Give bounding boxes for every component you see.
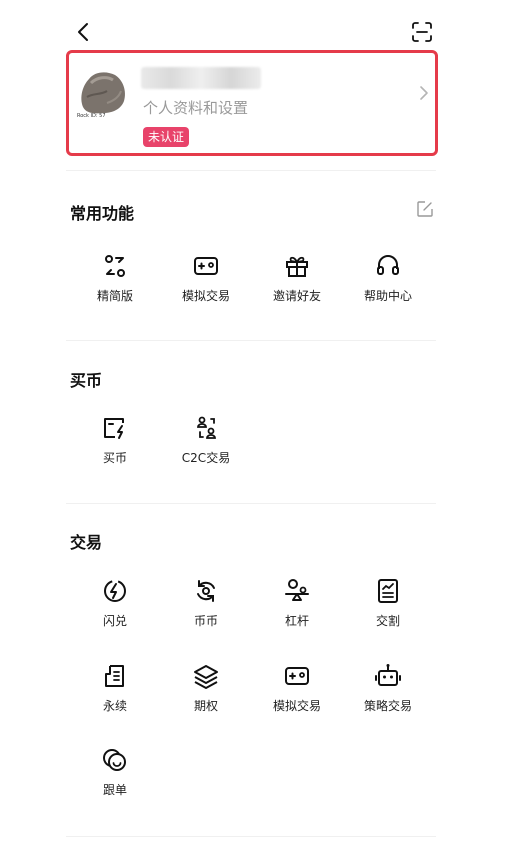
item-label: 模拟交易 xyxy=(181,289,230,303)
item-label: C2C交易 xyxy=(181,451,231,465)
item-label: 帮助中心 xyxy=(363,289,412,303)
item-spot[interactable]: 币币 xyxy=(161,577,251,637)
gamepad-icon xyxy=(285,667,309,685)
profile-card[interactable]: Rock ID: 57 个人资料和设置 未认证 xyxy=(66,50,438,156)
item-help-center[interactable]: 帮助中心 xyxy=(343,252,433,312)
item-flash-swap[interactable]: 闪兑 xyxy=(70,577,160,637)
item-buy-crypto[interactable]: 买币 xyxy=(70,414,160,474)
scan-icon[interactable] xyxy=(410,20,434,44)
item-lite[interactable]: 精简版 xyxy=(70,252,160,312)
divider xyxy=(66,836,436,837)
headset-icon xyxy=(377,255,399,275)
divider xyxy=(66,503,436,504)
perpetual-doc-icon xyxy=(105,665,124,687)
item-label: 交割 xyxy=(375,614,400,628)
copy-trading-icon xyxy=(103,749,126,771)
item-label: 模拟交易 xyxy=(272,699,321,713)
item-invite-friends[interactable]: 邀请好友 xyxy=(252,252,342,312)
item-label: 精简版 xyxy=(96,289,133,303)
item-demo-trading[interactable]: 模拟交易 xyxy=(161,252,251,312)
item-label: 杠杆 xyxy=(284,614,309,628)
layers-icon xyxy=(194,665,218,689)
section-title-trade: 交易 xyxy=(70,533,103,552)
item-label: 策略交易 xyxy=(363,699,412,713)
item-copy-trading[interactable]: 跟单 xyxy=(70,746,160,806)
section-title-buy: 买币 xyxy=(70,371,103,390)
card-flash-icon xyxy=(104,418,124,439)
avatar-rock-image xyxy=(81,72,125,114)
item-perpetual[interactable]: 永续 xyxy=(70,662,160,722)
item-label: 闪兑 xyxy=(102,614,127,628)
profile-settings-label: 个人资料和设置 xyxy=(143,99,249,117)
item-delivery[interactable]: 交割 xyxy=(343,577,433,637)
item-label: 永续 xyxy=(102,699,127,713)
back-arrow-icon[interactable] xyxy=(72,20,96,44)
spot-cycle-icon xyxy=(197,580,215,602)
chevron-right-icon xyxy=(420,86,428,100)
gamepad-icon xyxy=(194,257,218,275)
gift-icon xyxy=(286,256,308,277)
item-margin[interactable]: 杠杆 xyxy=(252,577,342,637)
item-label: 买币 xyxy=(102,451,127,465)
edit-icon[interactable] xyxy=(416,200,434,218)
item-options[interactable]: 期权 xyxy=(161,662,251,722)
item-c2c-trading[interactable]: C2C交易 xyxy=(161,414,251,474)
section-title-common: 常用功能 xyxy=(70,204,135,223)
divider xyxy=(66,340,436,341)
margin-scale-icon xyxy=(285,579,309,601)
item-strategy-trading[interactable]: 策略交易 xyxy=(343,662,433,722)
item-label: 邀请好友 xyxy=(272,289,321,303)
flash-swap-icon xyxy=(104,580,126,602)
item-demo-trading-2[interactable]: 模拟交易 xyxy=(252,662,342,722)
robot-icon xyxy=(375,664,401,686)
item-label: 期权 xyxy=(193,699,218,713)
unverified-badge: 未认证 xyxy=(143,127,190,147)
username-blurred xyxy=(141,67,261,89)
lite-mode-icon xyxy=(105,255,125,277)
divider xyxy=(66,170,436,171)
item-label: 跟单 xyxy=(102,783,127,797)
c2c-users-icon xyxy=(197,416,216,439)
delivery-chart-icon xyxy=(378,579,398,603)
item-label: 币币 xyxy=(193,614,218,628)
avatar-id-text: Rock ID: 57 xyxy=(77,113,106,119)
